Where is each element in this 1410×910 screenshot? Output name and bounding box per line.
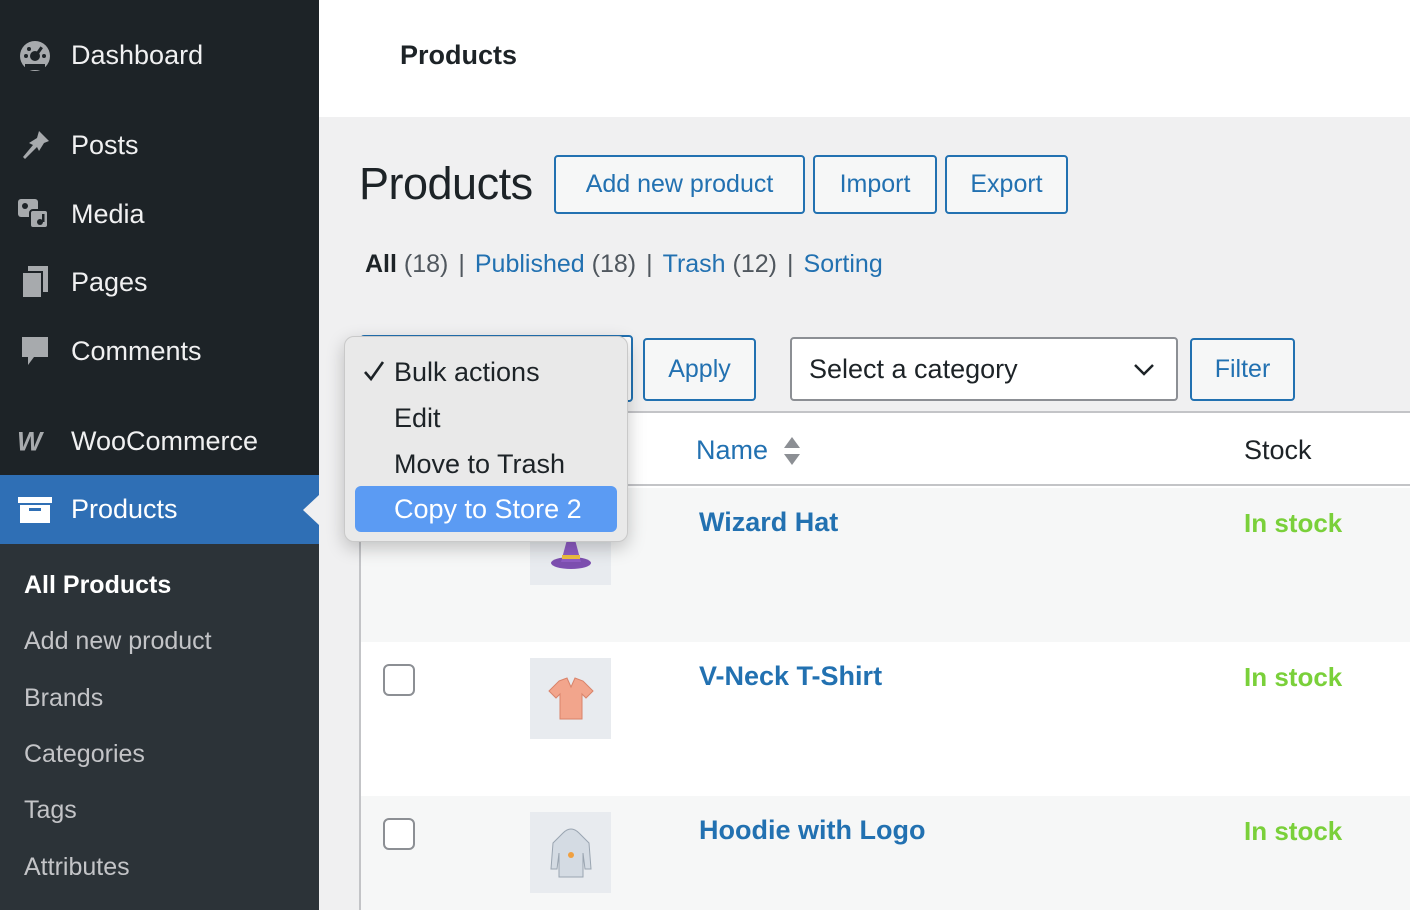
submenu-categories[interactable]: Categories xyxy=(24,740,145,769)
tshirt-image xyxy=(547,676,594,719)
hoodie-image xyxy=(549,828,592,877)
menu-item-dashboard[interactable]: Dashboard xyxy=(0,24,319,86)
filter-all-count: (18) xyxy=(403,250,449,278)
checkmark-icon xyxy=(363,359,385,390)
header-title: Products xyxy=(400,40,518,70)
page-title: Products xyxy=(359,158,533,209)
filter-button[interactable]: Filter xyxy=(1190,338,1295,401)
filter-trash[interactable]: Trash xyxy=(663,250,726,278)
bulk-option-move-to-trash[interactable]: Move to Trash xyxy=(355,441,617,487)
filter-all[interactable]: All xyxy=(365,250,397,278)
row-checkbox[interactable] xyxy=(383,664,415,696)
menu-item-products[interactable]: Products xyxy=(0,475,319,544)
dashboard-icon xyxy=(16,36,54,74)
menu-label-woocommerce: WooCommerce xyxy=(71,425,259,456)
top-header-bar: Products xyxy=(319,0,1410,117)
comment-icon xyxy=(16,332,54,370)
column-stock-header: Stock xyxy=(1244,435,1312,465)
menu-item-comments[interactable]: Comments xyxy=(0,320,319,382)
table-row: V-Neck T-Shirt In stock xyxy=(361,642,1410,796)
menu-label-products: Products xyxy=(71,494,178,524)
add-new-product-button[interactable]: Add new product xyxy=(554,155,805,214)
pin-icon xyxy=(16,126,54,164)
archive-icon xyxy=(16,491,54,529)
submenu-add-new-product[interactable]: Add new product xyxy=(24,627,212,656)
product-thumbnail[interactable] xyxy=(530,812,611,893)
export-button[interactable]: Export xyxy=(945,155,1068,214)
filter-trash-count: (12) xyxy=(732,250,778,278)
stock-status: In stock xyxy=(1244,662,1343,692)
submenu-brands[interactable]: Brands xyxy=(24,684,103,713)
filter-separator: | xyxy=(646,250,653,278)
bulk-option-edit[interactable]: Edit xyxy=(355,395,617,441)
menu-item-media[interactable]: Media xyxy=(0,183,319,245)
apply-button[interactable]: Apply xyxy=(643,338,756,401)
product-name-link[interactable]: Hoodie with Logo xyxy=(699,815,925,846)
import-button[interactable]: Import xyxy=(813,155,937,214)
woocommerce-icon: W xyxy=(16,422,54,460)
chevron-down-icon xyxy=(1132,357,1156,388)
product-name-link[interactable]: V-Neck T-Shirt xyxy=(699,661,882,692)
media-icon xyxy=(16,195,54,233)
status-filter-links: All (18) | Published (18) | Trash (12) | Sorti… xyxy=(365,250,883,279)
filter-sorting[interactable]: Sorting xyxy=(804,250,883,278)
bulk-option-label: Bulk actions xyxy=(394,356,540,387)
table-row: Hoodie with Logo In stock xyxy=(361,796,1410,910)
sort-icon[interactable] xyxy=(783,435,801,472)
menu-label-dashboard: Dashboard xyxy=(71,39,204,70)
menu-item-pages[interactable]: Pages xyxy=(0,251,319,313)
column-name-header[interactable]: Name xyxy=(696,435,768,466)
category-select[interactable]: Select a category xyxy=(790,337,1178,401)
filter-published[interactable]: Published xyxy=(475,250,585,278)
menu-item-posts[interactable]: Posts xyxy=(0,114,319,176)
filter-separator: | xyxy=(787,250,794,278)
bulk-actions-dropdown: Bulk actions Edit Move to Trash Copy to … xyxy=(344,336,628,542)
menu-label-media: Media xyxy=(71,198,145,229)
bulk-option-bulk-actions[interactable]: Bulk actions xyxy=(355,349,617,395)
menu-label-comments: Comments xyxy=(71,335,202,366)
products-submenu: All Products Add new product Brands Cate… xyxy=(0,544,319,910)
bulk-option-copy-to-store-2[interactable]: Copy to Store 2 xyxy=(355,486,617,532)
row-checkbox[interactable] xyxy=(383,818,415,850)
svg-text:W: W xyxy=(17,427,44,457)
submenu-all-products[interactable]: All Products xyxy=(24,571,171,600)
submenu-tags[interactable]: Tags xyxy=(24,796,77,825)
filter-separator: | xyxy=(458,250,465,278)
menu-label-pages: Pages xyxy=(71,266,148,297)
menu-label-posts: Posts xyxy=(71,129,139,160)
submenu-attributes[interactable]: Attributes xyxy=(24,853,130,882)
category-select-value: Select a category xyxy=(809,353,1018,384)
stock-status: In stock xyxy=(1244,508,1343,538)
menu-item-woocommerce[interactable]: W WooCommerce xyxy=(0,410,319,472)
pages-icon xyxy=(16,263,54,301)
stock-status: In stock xyxy=(1244,816,1343,846)
product-name-link[interactable]: Wizard Hat xyxy=(699,507,838,538)
admin-sidebar: Dashboard Posts Media Pages Comments W W… xyxy=(0,0,319,910)
product-thumbnail[interactable] xyxy=(530,658,611,739)
filter-published-count: (18) xyxy=(591,250,637,278)
